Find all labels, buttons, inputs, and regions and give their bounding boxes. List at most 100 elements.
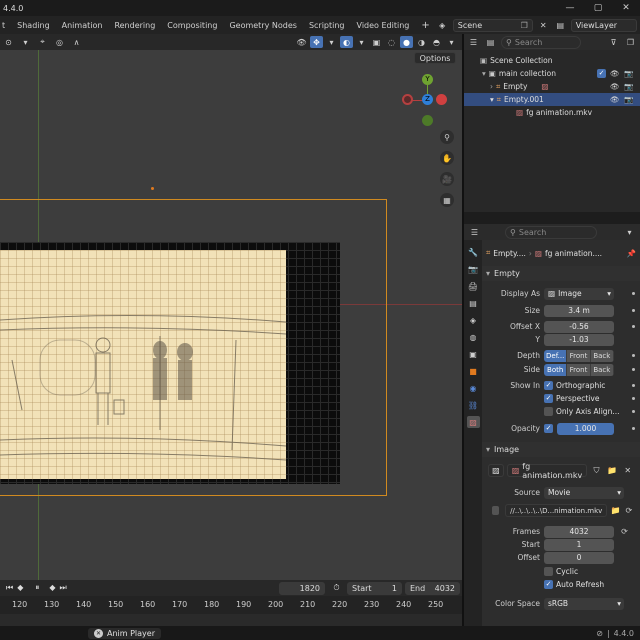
workspace-tab-rendering[interactable]: Rendering <box>108 21 161 30</box>
camera-icon[interactable]: 📷 <box>624 82 633 91</box>
chevron-down-icon[interactable]: ▾ <box>623 226 636 238</box>
keyframe-dot[interactable] <box>632 368 635 371</box>
keyframe-dot[interactable] <box>632 384 635 387</box>
output-tab-icon[interactable]: 🖨 <box>467 280 480 292</box>
checkbox-unchecked[interactable] <box>544 567 553 576</box>
gizmo-x-axis[interactable] <box>436 94 447 105</box>
scene-selector[interactable]: Scene ❐ <box>452 18 533 32</box>
3d-viewport[interactable]: Options Y Z ⚲ ✋ 🎥 ▦ <box>0 50 462 580</box>
keyframe-dot[interactable] <box>632 397 635 400</box>
offset-y-field[interactable]: -1.03 <box>544 333 614 346</box>
keyframe-dot[interactable] <box>632 427 635 430</box>
opacity-checkbox[interactable]: ✓ <box>544 424 553 433</box>
overlays-toggle-icon[interactable]: ◐ <box>340 36 353 48</box>
depth-option-front[interactable]: Front <box>567 349 591 362</box>
axis-aligned-checkbox[interactable]: Only Axis Align... <box>544 407 619 416</box>
timeline-ruler[interactable]: 120 130 140 150 160 170 180 190 200 210 220 230 240 2… <box>0 596 462 614</box>
add-workspace-button[interactable]: + <box>415 20 435 31</box>
eye-icon[interactable]: 👁 <box>610 82 620 91</box>
image-name-field[interactable]: ▨ fg animation.mkv <box>506 462 588 480</box>
offset-field[interactable]: 0 <box>544 551 614 564</box>
falloff-icon[interactable]: ∧ <box>70 36 83 48</box>
minimize-button[interactable]: — <box>556 3 584 13</box>
image-panel-header[interactable]: ▾ Image <box>482 442 640 457</box>
material-shading-icon[interactable]: ◑ <box>415 36 428 48</box>
chevron-down-icon[interactable]: ▾ <box>490 95 494 104</box>
unlink-icon[interactable]: ✕ <box>621 465 634 477</box>
zoom-icon[interactable]: ⚲ <box>440 130 454 144</box>
chevron-down-icon[interactable]: ▾ <box>445 36 458 48</box>
solid-shading-icon[interactable]: ● <box>400 36 413 48</box>
stopwatch-icon[interactable]: ⏱ <box>330 582 343 594</box>
display-as-dropdown[interactable]: ▨ Image ▾ <box>544 287 614 300</box>
outliner-item-image-data[interactable]: ▨ fg animation.mkv <box>464 106 640 119</box>
delete-scene-icon[interactable]: ✕ <box>537 19 550 31</box>
outliner-item-empty-001[interactable]: ▾ ⌗ Empty.001 👁 📷 <box>464 93 640 106</box>
offset-x-field[interactable]: -0.56 <box>544 320 614 333</box>
transform-orientation-icon[interactable]: ⊙ <box>2 36 15 48</box>
xray-toggle-icon[interactable]: ▣ <box>370 36 383 48</box>
tool-tab-icon[interactable]: 🔧 <box>467 246 480 258</box>
gizmo-neg-y-axis[interactable] <box>422 115 433 126</box>
proportional-edit-icon[interactable]: ◎ <box>53 36 66 48</box>
constraints-tab-icon[interactable]: ⛓ <box>467 399 480 411</box>
depth-option-default[interactable]: Def... <box>544 349 568 362</box>
outliner-search-input[interactable]: ⚲ Search <box>501 35 581 49</box>
chevron-down-icon[interactable]: ▾ <box>482 69 486 78</box>
snap-icon[interactable]: ⌖ <box>36 36 49 48</box>
outliner-item-empty[interactable]: › ⌗ Empty ▨ 👁 📷 <box>464 80 640 93</box>
prev-keyframe-icon[interactable]: ◆ <box>17 583 23 593</box>
3d-cursor[interactable] <box>151 187 154 190</box>
pan-hand-icon[interactable]: ✋ <box>440 151 454 165</box>
checkbox-unchecked[interactable] <box>544 407 553 416</box>
area-divider[interactable] <box>464 212 640 224</box>
next-keyframe-icon[interactable]: ◆ <box>49 583 55 593</box>
chevron-down-icon[interactable]: ▾ <box>19 36 32 48</box>
visibility-icon[interactable]: 👁 <box>295 36 308 48</box>
frames-field[interactable]: 4032 <box>544 525 614 538</box>
chevron-down-icon[interactable]: ▾ <box>325 36 338 48</box>
storyboard-image[interactable] <box>0 250 286 479</box>
side-option-both[interactable]: Both <box>544 363 568 376</box>
workspace-tab-compositing[interactable]: Compositing <box>161 21 223 30</box>
keyframe-dot[interactable] <box>632 354 635 357</box>
eye-icon[interactable]: 👁 <box>610 95 620 104</box>
pin-icon[interactable]: 📌 <box>627 249 636 258</box>
open-folder-icon[interactable]: 📁 <box>606 465 619 477</box>
editor-type-icon[interactable]: ☰ <box>467 36 480 48</box>
outliner-item-main-collection[interactable]: ▾ ▣ main collection ✓ 👁 📷 <box>464 67 640 80</box>
workspace-tab-geometry-nodes[interactable]: Geometry Nodes <box>223 21 302 30</box>
editor-type-icon[interactable]: ☰ <box>468 226 481 238</box>
workspace-tab-video-editing[interactable]: Video Editing <box>351 21 416 30</box>
wireframe-shading-icon[interactable]: ◌ <box>385 36 398 48</box>
start-field[interactable]: 1 <box>544 538 614 551</box>
scene-icon[interactable]: ◈ <box>436 19 449 31</box>
image-browse-icon[interactable]: ▨ <box>488 464 504 477</box>
depth-option-back[interactable]: Back <box>590 349 614 362</box>
source-dropdown[interactable]: Movie ▾ <box>544 486 624 499</box>
properties-search-input[interactable]: ⚲ Search <box>505 225 597 239</box>
physics-tab-icon[interactable]: ◉ <box>467 382 480 394</box>
fake-user-shield-icon[interactable]: ⛉ <box>590 465 603 477</box>
color-space-dropdown[interactable]: sRGB ▾ <box>544 597 624 610</box>
chevron-down-icon[interactable]: ▾ <box>355 36 368 48</box>
view-layer-tab-icon[interactable]: ▤ <box>467 297 480 309</box>
close-icon[interactable]: ✕ <box>94 628 103 638</box>
jump-start-icon[interactable]: ⏮ <box>6 583 13 593</box>
end-frame-field[interactable]: End 4032 <box>405 581 460 595</box>
timeline-body[interactable] <box>0 614 462 626</box>
collection-tab-icon[interactable]: ▣ <box>467 348 480 360</box>
checkbox-checked[interactable]: ✓ <box>544 394 553 403</box>
gizmo-z-axis[interactable]: Z <box>422 94 433 105</box>
empty-panel-header[interactable]: ▾ Empty <box>482 266 640 281</box>
start-frame-field[interactable]: Start 1 <box>347 581 402 595</box>
view-layer-selector[interactable]: ViewLayer <box>570 18 637 32</box>
render-tab-icon[interactable]: 📷 <box>467 263 480 275</box>
workspace-tab-animation[interactable]: Animation <box>56 21 109 30</box>
close-window-button[interactable]: ✕ <box>612 3 640 13</box>
outliner-item-scene-collection[interactable]: ▣ Scene Collection <box>464 54 640 67</box>
keyframe-dot[interactable] <box>632 410 635 413</box>
new-collection-icon[interactable]: ❐ <box>624 36 637 48</box>
workspace-tab-shading[interactable]: Shading <box>11 21 56 30</box>
pause-icon[interactable]: ⏸ <box>35 583 39 593</box>
